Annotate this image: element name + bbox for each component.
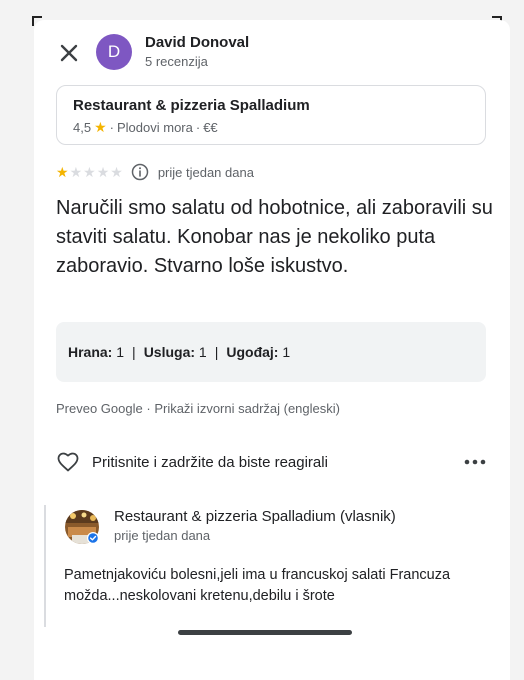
owner-avatar[interactable] [64, 509, 100, 545]
star-empty-icon: ★ [96, 164, 110, 180]
owner-reply: Restaurant & pizzeria Spalladium (vlasni… [44, 505, 490, 627]
owner-reply-text: Pametnjakoviću bolesni,jeli ima u francu… [64, 567, 451, 604]
star-rating: ★ ★ ★ ★ ★ [56, 165, 123, 179]
info-icon[interactable] [131, 163, 149, 181]
star-empty-icon: ★ [69, 164, 83, 180]
star-icon: ★ [56, 164, 69, 180]
more-options-icon[interactable] [464, 454, 486, 470]
review-rating-row: ★ ★ ★ ★ ★ prije tjedan dana [56, 163, 254, 181]
score-separator: | [214, 344, 219, 360]
translation-note: Preveo Google · Prikaži izvorni sadržaj … [56, 401, 340, 416]
review-scores: Hrana: 1 | Usluga: 1 | Ugođaj: 1 [56, 322, 486, 382]
place-name: Restaurant & pizzeria Spalladium [73, 97, 310, 114]
translated-by: Preveo Google [56, 401, 143, 416]
home-indicator[interactable] [178, 630, 352, 635]
react-prompt: Pritisnite i zadržite da biste reagirali [92, 453, 328, 471]
score-value-atmosphere: 1 [282, 344, 291, 360]
score-value-service: 1 [198, 344, 207, 360]
meta-separator: · [195, 120, 201, 135]
star-empty-icon: ★ [110, 164, 123, 180]
place-price: €€ [203, 120, 218, 135]
reviewer-review-count: 5 recenzija [145, 54, 208, 69]
reviewer-avatar[interactable]: D [96, 34, 132, 70]
show-original-link[interactable]: Prikaži izvorni sadržaj (engleski) [154, 401, 340, 416]
place-category: Plodovi mora [116, 120, 193, 135]
score-value-food: 1 [116, 344, 125, 360]
owner-reply-time: prije tjedan dana [114, 528, 211, 543]
reviewer-name[interactable]: David Donoval [145, 34, 249, 51]
review-text: Naručili smo salatu od hobotnice, ali za… [56, 197, 493, 277]
review-time: prije tjedan dana [157, 164, 254, 180]
score-label-service: Usluga: [143, 344, 196, 360]
place-meta: 4,5 ★ · Plodovi mora · €€ [73, 119, 218, 136]
heart-icon[interactable] [56, 450, 80, 474]
meta-separator: · [109, 120, 114, 135]
review-detail-sheet: D David Donoval 5 recenzija Restaurant &… [34, 20, 510, 680]
owner-name[interactable]: Restaurant & pizzeria Spalladium (vlasni… [114, 508, 396, 525]
star-icon: ★ [94, 119, 107, 135]
score-label-food: Hrana: [68, 344, 113, 360]
star-empty-icon: ★ [83, 164, 96, 180]
place-card[interactable]: Restaurant & pizzeria Spalladium 4,5 ★ ·… [56, 85, 486, 145]
score-label-atmosphere: Ugođaj: [226, 344, 279, 360]
place-rating: 4,5 [73, 120, 92, 135]
score-separator: | [132, 344, 136, 360]
close-icon[interactable] [56, 40, 82, 66]
react-row: Pritisnite i zadržite da biste reagirali [56, 450, 486, 474]
